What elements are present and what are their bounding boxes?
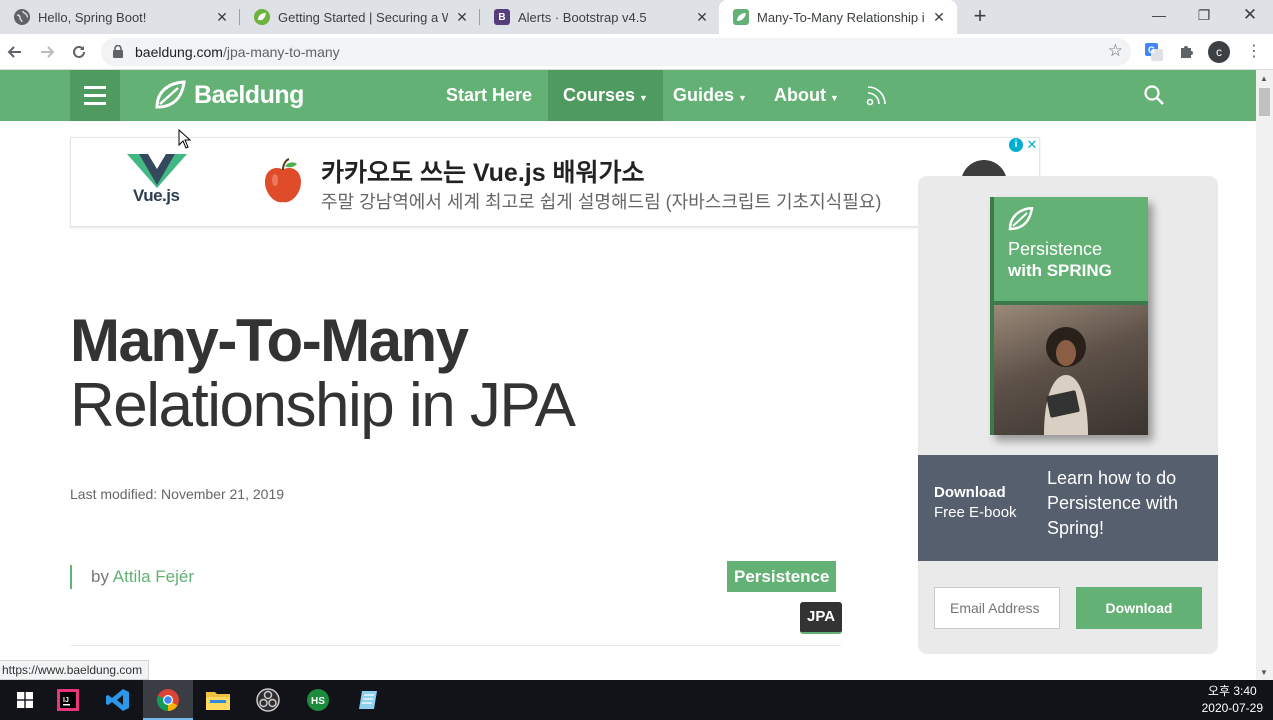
tab-close-icon[interactable]: ✕	[214, 9, 230, 26]
nav-guides[interactable]: Guides ▼	[658, 70, 762, 121]
reader-figure	[1044, 327, 1088, 435]
minimize-icon[interactable]: —	[1136, 0, 1182, 30]
back-arrow-icon[interactable]	[3, 40, 27, 64]
leaf-icon	[1008, 207, 1034, 231]
last-modified: Last modified: November 21, 2019	[70, 486, 285, 502]
nav-start-here[interactable]: Start Here	[431, 70, 547, 121]
scroll-down-arrow-icon[interactable]: ▼	[1260, 668, 1268, 677]
tab-close-icon[interactable]: ✕	[694, 9, 710, 26]
rss-feed-icon[interactable]	[866, 84, 888, 106]
nav-about[interactable]: About ▼	[759, 70, 854, 121]
article-title-light: Relationship in JPA	[70, 371, 576, 440]
window-close-icon[interactable]: ✕	[1227, 0, 1273, 30]
lock-icon	[113, 45, 123, 58]
caret-down-icon: ▼	[829, 93, 839, 103]
tab-close-icon[interactable]: ✕	[931, 9, 947, 26]
book-photo	[994, 301, 1148, 435]
tab-title: Alerts · Bootstrap v4.5	[518, 9, 647, 25]
logo-text: Baeldung	[194, 80, 304, 109]
tab-title: Getting Started | Securing a Web	[278, 9, 448, 25]
download-button[interactable]: Download	[1076, 587, 1202, 629]
ad-close-icon[interactable]: ✕	[1025, 138, 1039, 152]
address-bar[interactable]: baeldung.com/jpa-many-to-many ☆	[101, 38, 1131, 66]
ebook-promo: Persistence with SPRING Download Free E-…	[918, 176, 1218, 654]
tab-title: Hello, Spring Boot!	[38, 9, 147, 25]
promo-free-ebook-label: Free E-book	[934, 504, 1017, 521]
tab-title: Many-To-Many Relationship in JPA	[757, 9, 925, 25]
caret-down-icon: ▼	[639, 93, 648, 103]
ad-banner[interactable]: Vue.js 카카오도 쓰는 Vue.js 배워가소 주말 강남역에서 세계 최…	[70, 137, 1040, 227]
browser-toolbar: baeldung.com/jpa-many-to-many ☆ G c ⋮	[0, 34, 1273, 70]
tag-persistence[interactable]: Persistence	[727, 561, 837, 592]
email-address-input[interactable]	[934, 587, 1060, 629]
ad-title: 카카오도 쓰는 Vue.js 배워가소	[321, 159, 645, 187]
caret-down-icon: ▼	[738, 93, 747, 103]
apple-icon	[265, 158, 301, 203]
book-title-line2: with SPRING	[1008, 261, 1112, 280]
baeldung-leaf-icon	[733, 9, 749, 25]
ad-vue-text: Vue.js	[133, 186, 180, 205]
mouse-cursor-icon	[178, 129, 192, 149]
book-title-line1: Persistence	[1008, 239, 1103, 259]
link-status-bar: https://www.baeldung.com	[0, 660, 150, 680]
bookmark-star-icon[interactable]: ☆	[1108, 41, 1123, 61]
leaf-logo-icon	[155, 80, 186, 109]
extensions-puzzle-icon[interactable]	[1177, 42, 1197, 62]
ad-info-icon[interactable]: i	[1009, 138, 1023, 152]
tab-bootstrap-alerts[interactable]: B Alerts · Bootstrap v4.5 ✕	[480, 0, 720, 34]
system-clock[interactable]: 오후 3:40 2020-07-29	[1202, 683, 1263, 717]
chrome-icon[interactable]	[143, 680, 193, 720]
svg-text:G: G	[1148, 45, 1155, 55]
tab-getting-started[interactable]: Getting Started | Securing a Web ✕	[240, 0, 480, 34]
hs-app-icon[interactable]: HS	[293, 680, 343, 720]
intellij-icon[interactable]: IJ	[43, 680, 93, 720]
promo-download-label: Download	[934, 484, 1006, 501]
clock-date: 2020-07-29	[1201, 701, 1263, 715]
tag-jpa[interactable]: JPA	[800, 602, 843, 634]
vue-logo-icon	[127, 154, 187, 188]
tab-close-icon[interactable]: ✕	[454, 9, 470, 26]
svg-text:IJ: IJ	[63, 697, 69, 704]
reload-icon[interactable]	[67, 40, 91, 64]
url-path: /jpa-many-to-many	[222, 44, 340, 60]
scroll-up-arrow-icon[interactable]: ▲	[1260, 74, 1268, 83]
ad-subtitle: 주말 강남역에서 세계 최고로 쉽게 설명해드림 (자바스크립트 기초지식필요)	[321, 192, 882, 212]
search-icon[interactable]	[1143, 84, 1165, 106]
svg-text:HS: HS	[311, 696, 325, 707]
globe-icon	[14, 9, 30, 25]
translate-extension-icon[interactable]: G	[1144, 42, 1164, 62]
promo-learn-text: Learn how to do Persistence with Spring!	[1047, 468, 1179, 538]
forward-arrow-icon[interactable]	[35, 40, 59, 64]
obs-icon[interactable]	[243, 680, 293, 720]
ebook-cover[interactable]: Persistence with SPRING	[990, 197, 1148, 435]
site-logo[interactable]: Baeldung	[154, 80, 304, 110]
scrollbar-thumb[interactable]	[1259, 88, 1270, 116]
tab-hello-spring-boot[interactable]: Hello, Spring Boot! ✕	[0, 0, 240, 34]
windows-taskbar: IJ HS 오후 3:40 2020-07-29	[0, 680, 1273, 720]
spring-leaf-icon	[254, 9, 270, 25]
byline: by Attila Fejér	[70, 565, 194, 589]
file-explorer-icon[interactable]	[193, 680, 243, 720]
new-tab-button[interactable]: +	[968, 4, 992, 30]
divider	[70, 645, 841, 646]
bootstrap-icon: B	[494, 9, 510, 25]
notepad-icon[interactable]	[343, 680, 393, 720]
tab-strip: Hello, Spring Boot! ✕ Getting Started | …	[0, 0, 1273, 34]
nav-courses[interactable]: Courses ▼	[548, 70, 663, 121]
restore-icon[interactable]: ❐	[1181, 0, 1227, 30]
url-domain: baeldung.com	[135, 44, 223, 60]
site-navbar: Baeldung Start Here Courses ▼ Guides ▼ Abo…	[0, 70, 1256, 121]
article-title-bold: Many-To-Many	[70, 307, 469, 374]
page-scrollbar[interactable]: ▲ ▼	[1256, 70, 1273, 682]
clock-time: 오후 3:40	[1207, 684, 1257, 698]
profile-avatar[interactable]: c	[1208, 41, 1230, 63]
hamburger-menu-icon[interactable]	[70, 70, 120, 121]
tab-many-to-many[interactable]: Many-To-Many Relationship in JPA ✕	[719, 0, 957, 34]
browser-menu-icon[interactable]: ⋮	[1244, 42, 1264, 62]
vscode-icon[interactable]	[93, 680, 143, 720]
author-link[interactable]: Attila Fejér	[113, 567, 194, 586]
address-url: baeldung.com/jpa-many-to-many	[135, 44, 340, 60]
